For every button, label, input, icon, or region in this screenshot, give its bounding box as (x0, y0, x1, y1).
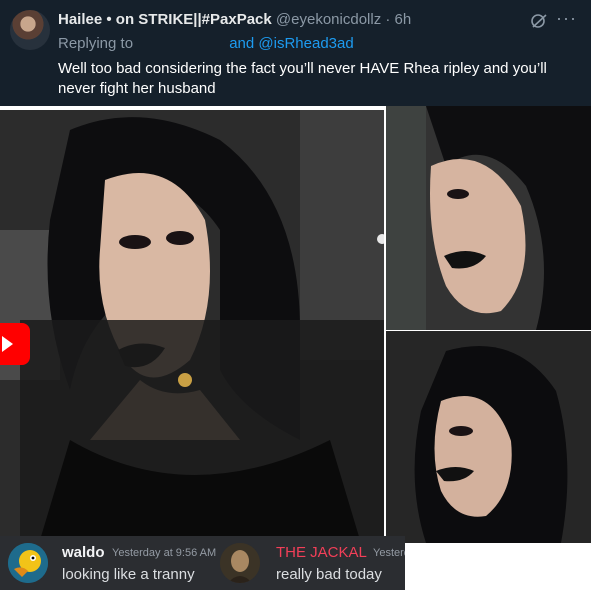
replying-to-mentions[interactable]: and @isRhead3ad (229, 35, 353, 52)
tweet-display-name[interactable]: Hailee • on STRIKE||#PaxPack (58, 11, 272, 28)
discord-message-text: looking like a tranny (62, 566, 195, 583)
photo-bottom-right[interactable] (386, 331, 591, 543)
discord-username[interactable]: THE JACKAL (276, 544, 367, 561)
youtube-play-icon[interactable] (0, 323, 30, 365)
tweet-separator: · (385, 11, 391, 28)
discord-message-text: really bad today (276, 566, 382, 583)
discord-avatar-waldo[interactable] (8, 543, 48, 583)
tweet-avatar[interactable] (10, 10, 50, 50)
tweet-card: Hailee • on STRIKE||#PaxPack @eyekonicdo… (0, 0, 591, 106)
replying-to-label: Replying to (58, 35, 134, 52)
more-options-icon[interactable]: ··· (556, 8, 577, 29)
discord-messages: waldo Yesterday at 9:56 AM looking like … (0, 536, 405, 590)
discord-timestamp: Yesterday at 9:56 AM (112, 547, 217, 559)
photo-top-right[interactable] (386, 106, 591, 330)
discord-avatar-the-jackal[interactable] (220, 543, 260, 583)
tweet-text: Well too bad considering the fact you’ll… (58, 60, 547, 97)
replying-to-row: Replying to and @isRhead3ad (58, 35, 354, 52)
tweet-header-row: Hailee • on STRIKE||#PaxPack @eyekonicdo… (58, 11, 411, 28)
grok-icon[interactable] (530, 12, 548, 30)
overlay-dot-icon (377, 234, 384, 244)
discord-timestamp: Yesterday (373, 547, 405, 559)
tweet-handle[interactable]: @eyekonicdollz (276, 11, 381, 28)
photo-main[interactable] (0, 110, 384, 540)
discord-message: waldo Yesterday at 9:56 AM looking like … (0, 536, 218, 590)
tweet-timestamp[interactable]: 6h (395, 11, 412, 28)
discord-message: THE JACKAL Yesterday really bad today (218, 536, 405, 590)
discord-username[interactable]: waldo (62, 544, 105, 561)
